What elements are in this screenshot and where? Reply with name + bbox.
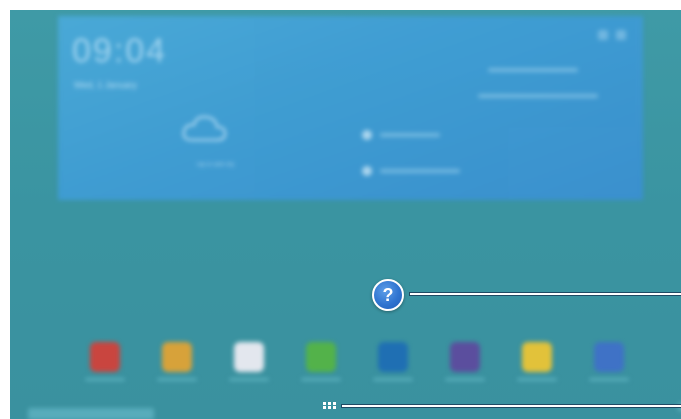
app-label	[445, 378, 485, 381]
internet-app-icon[interactable]	[378, 342, 408, 372]
widget-dot-1	[362, 130, 372, 140]
widget-item-line	[380, 133, 440, 137]
settings-app-icon[interactable]	[594, 342, 624, 372]
widget-item-line	[380, 169, 460, 173]
app-label	[229, 378, 269, 381]
apps-grid-icon[interactable]	[323, 402, 336, 411]
phone-app-icon[interactable]	[306, 342, 336, 372]
camera-app-icon[interactable]	[450, 342, 480, 372]
app-label	[589, 378, 629, 381]
app-label	[373, 378, 413, 381]
widget-dot-2	[362, 166, 372, 176]
widget-info-line	[478, 94, 598, 98]
chrome-app-icon[interactable]	[162, 342, 192, 372]
app-label	[85, 378, 125, 381]
weather-caption: Tap to add city	[195, 162, 235, 168]
widget-info-line	[488, 68, 578, 72]
widget-edit-icon	[598, 30, 608, 40]
weather-cloud-icon	[180, 110, 230, 146]
help-callout-line	[410, 293, 681, 295]
home-screen: 09:04 Wed, 1 January Tap to add city	[10, 10, 681, 419]
email-app-icon[interactable]	[90, 342, 120, 372]
calendar-app-icon[interactable]	[234, 342, 264, 372]
date-text: Wed, 1 January	[74, 80, 137, 90]
blurred-background: 09:04 Wed, 1 January Tap to add city	[10, 10, 681, 419]
app-label	[301, 378, 341, 381]
help-icon[interactable]: ?	[372, 279, 404, 311]
memo-app-icon[interactable]	[522, 342, 552, 372]
app-label	[517, 378, 557, 381]
app-label	[157, 378, 197, 381]
google-search-bar[interactable]	[28, 408, 154, 419]
clock-time: 09:04	[72, 32, 168, 70]
widget-refresh-icon	[616, 30, 626, 40]
apps-callout-line	[342, 405, 681, 407]
